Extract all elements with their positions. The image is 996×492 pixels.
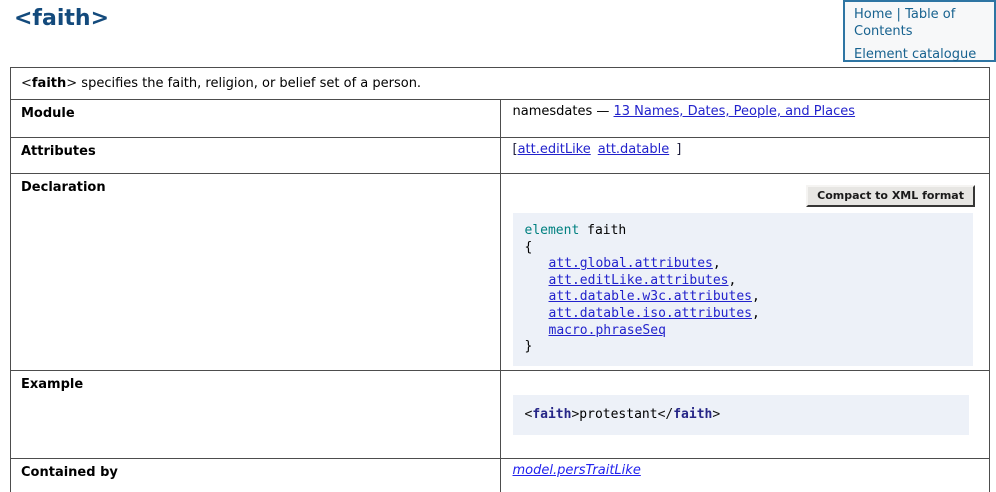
declaration-element-name: faith bbox=[579, 223, 626, 238]
declaration-comma: , bbox=[713, 256, 721, 271]
nav-link-home[interactable]: Home bbox=[854, 7, 892, 22]
attribute-class-link-editlike[interactable]: att.editLike bbox=[518, 142, 591, 157]
declaration-comma: , bbox=[752, 306, 760, 321]
contained-by-label: Contained by bbox=[11, 458, 501, 492]
example-code-block: <faith>protestant</faith> bbox=[513, 395, 970, 435]
attributes-close-bracket: ] bbox=[676, 142, 681, 157]
nav-line-1: Home | Table of Contents bbox=[854, 7, 985, 41]
module-name: namesdates — bbox=[513, 104, 614, 119]
declaration-member-link-datable-iso[interactable]: att.datable.iso.attributes bbox=[549, 306, 753, 321]
module-row: Module namesdates — 13 Names, Dates, Peo… bbox=[11, 100, 990, 138]
declaration-keyword: element bbox=[525, 223, 580, 238]
description-element-name: faith bbox=[32, 76, 66, 91]
declaration-value-cell: Compact to XML format element faith{att.… bbox=[500, 174, 990, 371]
declaration-label: Declaration bbox=[11, 174, 501, 371]
module-chapter-link[interactable]: 13 Names, Dates, People, and Places bbox=[614, 104, 856, 119]
module-label: Module bbox=[11, 100, 501, 138]
contained-by-model-link[interactable]: model.persTraitLike bbox=[513, 463, 641, 478]
declaration-comma: , bbox=[752, 289, 760, 304]
declaration-line-element: element faith bbox=[525, 223, 962, 240]
nav-line-2: Element catalogue bbox=[854, 47, 985, 64]
declaration-button-row: Compact to XML format bbox=[513, 185, 980, 207]
attributes-row: Attributes [att.editLike att.datable] bbox=[11, 138, 990, 174]
declaration-member-line: att.global.attributes, bbox=[525, 256, 962, 273]
example-text-content: protestant bbox=[579, 407, 657, 422]
attributes-value-cell: [att.editLike att.datable] bbox=[500, 138, 990, 174]
description-open-bracket: < bbox=[21, 76, 32, 91]
contained-by-row: Contained by model.persTraitLike bbox=[11, 458, 990, 492]
declaration-member-link-phraseseq[interactable]: macro.phraseSeq bbox=[549, 323, 666, 338]
nav-link-element-catalogue[interactable]: Element catalogue bbox=[854, 47, 976, 62]
declaration-member-link-editlike[interactable]: att.editLike.attributes bbox=[549, 273, 729, 288]
description-text: specifies the faith, religion, or belief… bbox=[77, 76, 421, 91]
description-cell: <faith> specifies the faith, religion, o… bbox=[11, 68, 990, 100]
declaration-content: Compact to XML format element faith{att.… bbox=[513, 178, 982, 366]
declaration-code-block: element faith{att.global.attributes,att.… bbox=[513, 213, 974, 366]
element-reference-table: <faith> specifies the faith, religion, o… bbox=[10, 67, 990, 492]
attributes-label: Attributes bbox=[11, 138, 501, 174]
nav-box: Home | Table of Contents Element catalog… bbox=[843, 0, 996, 62]
example-value-cell: <faith>protestant</faith> bbox=[500, 370, 990, 458]
declaration-member-line: att.editLike.attributes, bbox=[525, 273, 962, 290]
declaration-member-line: att.datable.w3c.attributes, bbox=[525, 289, 962, 306]
declaration-member-link-datable-w3c[interactable]: att.datable.w3c.attributes bbox=[549, 289, 753, 304]
declaration-member-line: macro.phraseSeq bbox=[525, 323, 962, 340]
example-close-lt: </ bbox=[658, 407, 674, 422]
declaration-member-line: att.datable.iso.attributes, bbox=[525, 306, 962, 323]
description-close-bracket: > bbox=[66, 76, 77, 91]
example-open-tag: faith bbox=[532, 407, 571, 422]
example-label: Example bbox=[11, 370, 501, 458]
example-close-gt: > bbox=[712, 407, 720, 422]
attribute-class-link-datable[interactable]: att.datable bbox=[598, 142, 669, 157]
example-close-tag: faith bbox=[673, 407, 712, 422]
declaration-member-link-global[interactable]: att.global.attributes bbox=[549, 256, 713, 271]
nav-separator: | bbox=[897, 7, 901, 22]
description-row: <faith> specifies the faith, religion, o… bbox=[11, 68, 990, 100]
example-content: <faith>protestant</faith> bbox=[513, 375, 982, 435]
contained-by-value-cell: model.persTraitLike bbox=[500, 458, 990, 492]
declaration-row: Declaration Compact to XML format elemen… bbox=[11, 174, 990, 371]
declaration-comma: , bbox=[729, 273, 737, 288]
example-row: Example <faith>protestant</faith> bbox=[11, 370, 990, 458]
module-value-cell: namesdates — 13 Names, Dates, People, an… bbox=[500, 100, 990, 138]
compact-to-xml-button[interactable]: Compact to XML format bbox=[806, 185, 975, 207]
attributes-open-bracket: [ bbox=[513, 142, 518, 157]
declaration-close-brace: } bbox=[525, 339, 962, 356]
page-title: <faith> bbox=[14, 6, 109, 31]
declaration-open-brace: { bbox=[525, 240, 962, 257]
element-reference-page: <faith> Home | Table of Contents Element… bbox=[0, 0, 996, 492]
